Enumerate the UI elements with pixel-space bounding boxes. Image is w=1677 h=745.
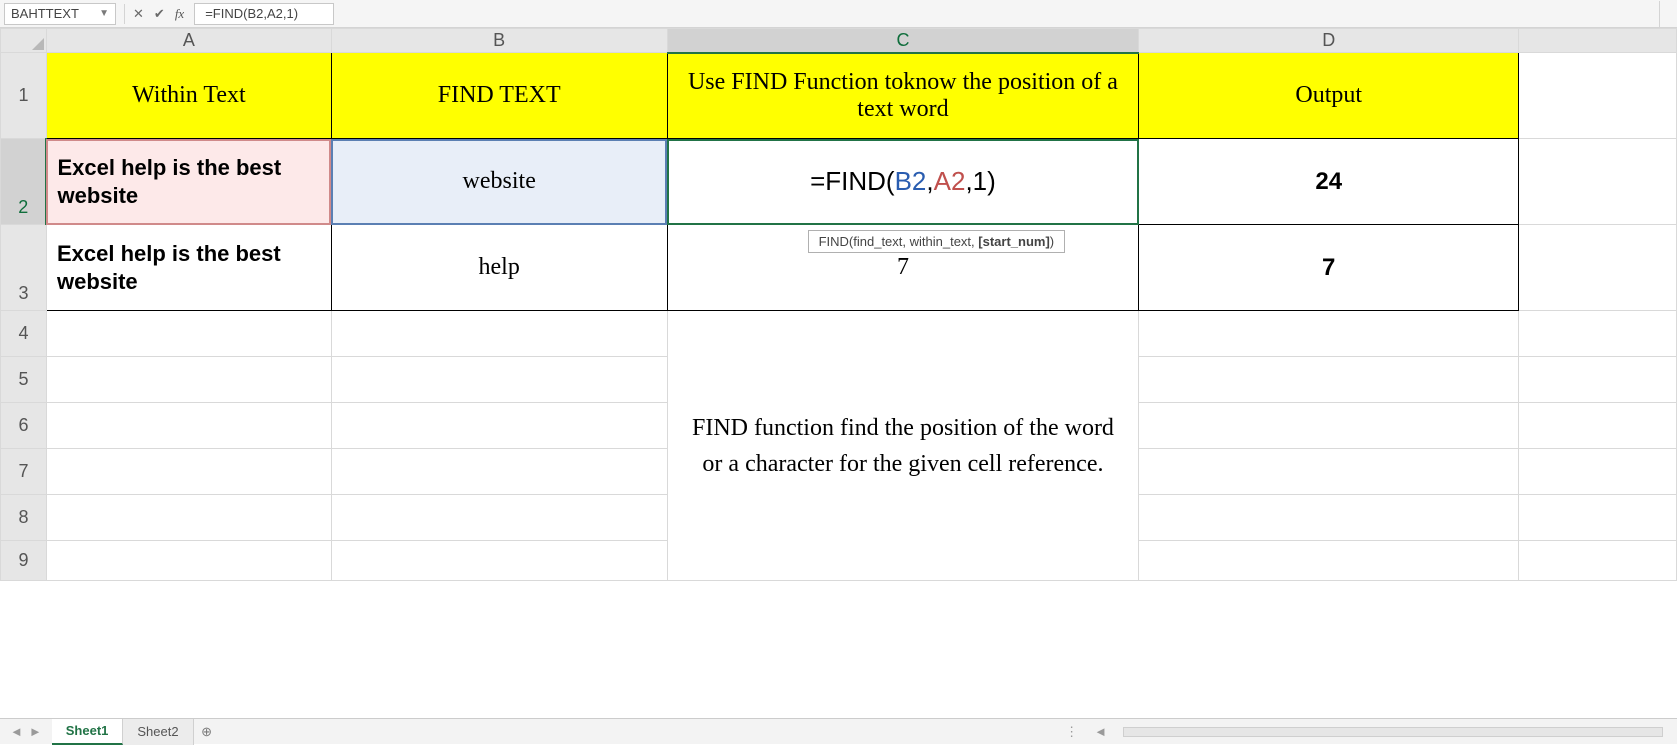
cell-E5[interactable] <box>1519 357 1677 403</box>
formula-text: =FIND(B2,A2,1) <box>205 6 298 21</box>
formula-sep1: , <box>926 166 933 196</box>
cell-B5[interactable] <box>331 357 667 403</box>
formula-bar: BAHTTEXT ▼ ✕ ✔ fx =FIND(B2,A2,1) <box>0 0 1677 28</box>
cell-A7[interactable] <box>46 449 331 495</box>
tooltip-current-arg: [start_num] <box>978 234 1050 249</box>
cell-E2[interactable] <box>1519 139 1677 225</box>
cell-C2-editing[interactable]: =FIND(B2,A2,1) FIND(find_text, within_te… <box>667 139 1139 225</box>
name-box-value: BAHTTEXT <box>11 6 79 21</box>
tab-sheet2[interactable]: Sheet2 <box>123 719 193 745</box>
cell-E3[interactable] <box>1519 225 1677 311</box>
cell-B2[interactable]: website <box>331 139 667 225</box>
formula-sep2: ,1 <box>965 166 987 196</box>
new-sheet-button[interactable]: ⊕ <box>194 719 220 745</box>
cell-A2[interactable]: Excel help is the best website <box>46 139 331 225</box>
cell-D9[interactable] <box>1139 541 1519 581</box>
formula-ref-B2: B2 <box>895 166 927 196</box>
spreadsheet: A B C D 1 Within Text FIND TEXT Use FIND… <box>0 28 1677 581</box>
row-header-9[interactable]: 9 <box>1 541 47 581</box>
cell-E9[interactable] <box>1519 541 1677 581</box>
formula-prefix: =FIND( <box>810 166 895 196</box>
cell-A4[interactable] <box>46 311 331 357</box>
formula-bar-buttons: ✕ ✔ <box>133 6 165 22</box>
tab-next-icon[interactable]: ► <box>29 724 42 739</box>
col-header-C[interactable]: C <box>667 29 1139 53</box>
cell-A3[interactable]: Excel help is the best website <box>46 225 331 311</box>
cell-D7[interactable] <box>1139 449 1519 495</box>
formula-input[interactable]: =FIND(B2,A2,1) <box>194 3 334 25</box>
cell-C1[interactable]: Use FIND Function toknow the position of… <box>667 53 1139 139</box>
cell-B3[interactable]: help <box>331 225 667 311</box>
fx-icon[interactable]: fx <box>175 6 184 22</box>
row-header-2[interactable]: 2 <box>1 139 47 225</box>
select-all-corner[interactable] <box>1 29 47 53</box>
function-tooltip: FIND(find_text, within_text, [start_num]… <box>808 230 1066 253</box>
col-header-B[interactable]: B <box>331 29 667 53</box>
tooltip-args: (find_text, within_text, <box>849 234 978 249</box>
cell-A8[interactable] <box>46 495 331 541</box>
tab-prev-icon[interactable]: ◄ <box>10 724 23 739</box>
cell-E4[interactable] <box>1519 311 1677 357</box>
tab-nav: ◄ ► <box>0 724 52 739</box>
scroll-divider-icon[interactable]: ⋮ <box>1065 724 1078 740</box>
formula-suffix: ) <box>987 166 996 196</box>
note-text-box[interactable]: FIND function find the position of the w… <box>667 311 1139 581</box>
cell-B4[interactable] <box>331 311 667 357</box>
horizontal-scroll: ⋮ ◄ <box>1051 724 1677 740</box>
tooltip-fn: FIND <box>819 234 849 249</box>
cell-E6[interactable] <box>1519 403 1677 449</box>
grid[interactable]: A B C D 1 Within Text FIND TEXT Use FIND… <box>0 28 1677 581</box>
scroll-track[interactable] <box>1123 727 1663 737</box>
cell-E8[interactable] <box>1519 495 1677 541</box>
row-header-4[interactable]: 4 <box>1 311 47 357</box>
cell-B1[interactable]: FIND TEXT <box>331 53 667 139</box>
cell-E7[interactable] <box>1519 449 1677 495</box>
cell-D1[interactable]: Output <box>1139 53 1519 139</box>
tooltip-close: ) <box>1050 234 1054 249</box>
row-header-6[interactable]: 6 <box>1 403 47 449</box>
row-header-8[interactable]: 8 <box>1 495 47 541</box>
cell-B8[interactable] <box>331 495 667 541</box>
cell-D8[interactable] <box>1139 495 1519 541</box>
row-header-3[interactable]: 3 <box>1 225 47 311</box>
cell-D4[interactable] <box>1139 311 1519 357</box>
sheet-tabs-bar: ◄ ► Sheet1 Sheet2 ⊕ ⋮ ◄ <box>0 718 1677 744</box>
cell-B9[interactable] <box>331 541 667 581</box>
formula-ref-A2: A2 <box>934 166 966 196</box>
enter-icon[interactable]: ✔ <box>154 6 165 22</box>
cell-A1[interactable]: Within Text <box>46 53 331 139</box>
cell-E1[interactable] <box>1519 53 1677 139</box>
cell-A5[interactable] <box>46 357 331 403</box>
cell-D6[interactable] <box>1139 403 1519 449</box>
col-header-D[interactable]: D <box>1139 29 1519 53</box>
col-header-blank[interactable] <box>1519 29 1677 53</box>
cell-A9[interactable] <box>46 541 331 581</box>
divider <box>124 4 125 24</box>
name-box-dropdown-icon[interactable]: ▼ <box>99 8 109 19</box>
cell-D3[interactable]: 7 <box>1139 225 1519 311</box>
cell-A6[interactable] <box>46 403 331 449</box>
col-header-A[interactable]: A <box>46 29 331 53</box>
scroll-left-icon[interactable]: ◄ <box>1094 724 1107 739</box>
cell-D2[interactable]: 24 <box>1139 139 1519 225</box>
cell-B6[interactable] <box>331 403 667 449</box>
cancel-icon[interactable]: ✕ <box>133 6 144 22</box>
name-box[interactable]: BAHTTEXT ▼ <box>4 3 116 25</box>
formula-bar-expand[interactable] <box>1659 1 1677 27</box>
row-header-7[interactable]: 7 <box>1 449 47 495</box>
row-header-5[interactable]: 5 <box>1 357 47 403</box>
cell-D5[interactable] <box>1139 357 1519 403</box>
tab-sheet1[interactable]: Sheet1 <box>52 719 124 745</box>
cell-B7[interactable] <box>331 449 667 495</box>
row-header-1[interactable]: 1 <box>1 53 47 139</box>
